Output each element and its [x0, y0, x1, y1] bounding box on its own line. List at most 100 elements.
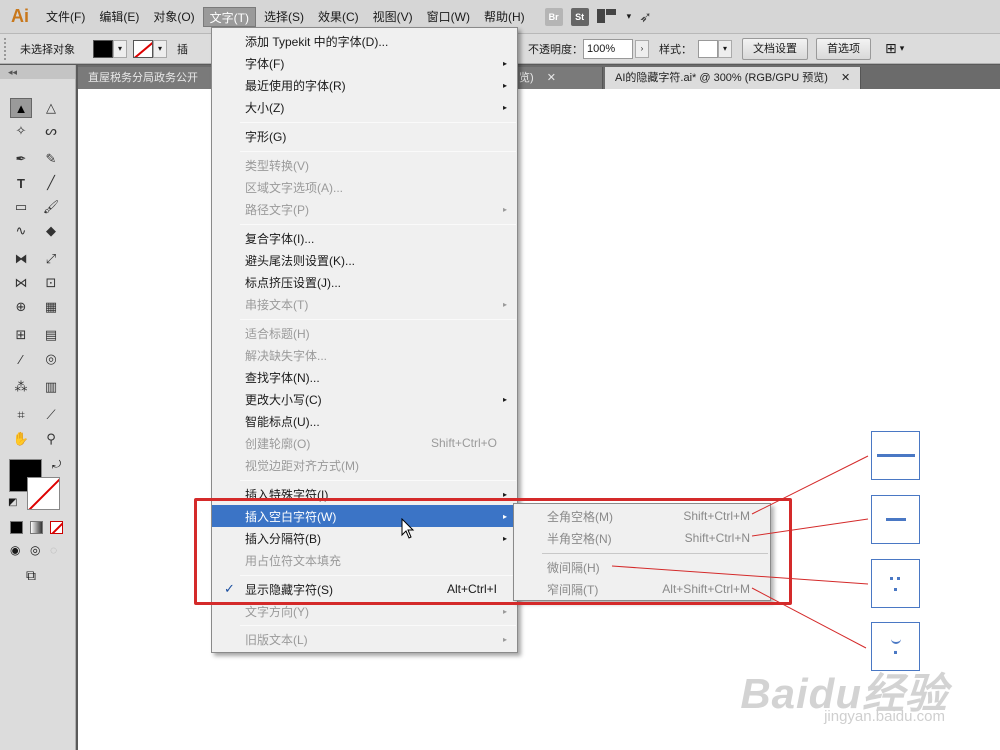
menu-create-outlines[interactable]: 创建轮廓(O) Shift+Ctrl+O — [212, 432, 517, 454]
reflect-tool-icon[interactable]: ⧓ — [10, 249, 32, 269]
arrange-icon[interactable]: ⊞ — [885, 40, 897, 57]
lasso-tool-icon[interactable]: ᔕ — [40, 121, 62, 141]
symbol-sprayer-tool-icon[interactable]: ⁂ — [10, 377, 32, 397]
close-icon[interactable]: ✕ — [547, 72, 556, 84]
document-settings-button[interactable]: 文档设置 — [742, 37, 808, 60]
screen-mode-icon[interactable]: ⧉ — [26, 567, 36, 584]
menu-font[interactable]: 字体(F) ▸ — [212, 52, 517, 74]
none-mode-button[interactable] — [50, 521, 63, 534]
tab-title: 览) — [519, 72, 534, 84]
stock-icon[interactable]: St — [570, 7, 589, 26]
style-swatch[interactable] — [698, 39, 718, 58]
slice-tool-icon[interactable]: ⟋ — [40, 405, 62, 425]
menu-divider — [240, 224, 516, 225]
perspective-grid-tool-icon[interactable]: ▦ — [40, 297, 62, 317]
direct-selection-tool-icon[interactable]: △ — [40, 98, 62, 118]
menu-smart-punctuation[interactable]: 智能标点(U)... — [212, 410, 517, 432]
menu-view[interactable]: 视图(V) — [367, 7, 419, 27]
menu-area-type-options[interactable]: 区域文字选项(A)... — [212, 176, 517, 198]
menu-find-font[interactable]: 查找字体(N)... — [212, 366, 517, 388]
width-tool-icon[interactable]: ⋈ — [10, 273, 32, 293]
gradient-mode-button[interactable] — [30, 521, 43, 534]
style-dropdown[interactable]: ▾ — [718, 39, 732, 58]
menu-composite-fonts[interactable]: 复合字体(I)... — [212, 227, 517, 249]
scale-tool-icon[interactable]: ⤢ — [40, 249, 62, 269]
menu-select[interactable]: 选择(S) — [258, 7, 310, 27]
menu-mojikumi-settings[interactable]: 标点挤压设置(J)... — [212, 271, 517, 293]
opacity-slider-button[interactable]: › — [635, 39, 649, 58]
color-mode-button[interactable] — [10, 521, 23, 534]
menu-fit-headline[interactable]: 适合标题(H) — [212, 322, 517, 344]
type-tool-icon[interactable]: T — [10, 173, 32, 193]
draw-behind-icon[interactable]: ◎ — [30, 543, 40, 557]
draw-inside-icon[interactable]: ◌ — [50, 543, 57, 557]
menu-file[interactable]: 文件(F) — [40, 7, 91, 27]
annotation-highlight-box — [194, 498, 792, 605]
menu-add-typekit-fonts[interactable]: 添加 Typekit 中的字体(D)... — [212, 30, 517, 52]
sync-rocket-icon[interactable]: ➶ — [639, 8, 652, 26]
toolbox-collapse[interactable]: ◂◂ — [0, 65, 75, 79]
mesh-tool-icon[interactable]: ⊞ — [10, 325, 32, 345]
stroke-dropdown[interactable]: ▾ — [153, 39, 167, 58]
default-colors-icon[interactable]: ◩ — [8, 497, 17, 508]
preferences-button[interactable]: 首选项 — [816, 37, 871, 60]
menu-convert-type[interactable]: 类型转换(V) — [212, 154, 517, 176]
menu-type-on-path[interactable]: 路径文字(P) ▸ — [212, 198, 517, 220]
line-tool-icon[interactable]: ╱ — [40, 173, 62, 193]
menu-edit[interactable]: 编辑(E) — [93, 7, 145, 27]
tab-document-active[interactable]: AI的隐藏字符.ai* @ 300% (RGB/GPU 预览) ✕ — [605, 67, 862, 89]
menu-recent-fonts[interactable]: 最近使用的字体(R) ▸ — [212, 74, 517, 96]
shape-builder-tool-icon[interactable]: ⊕ — [10, 297, 32, 317]
menu-glyphs[interactable]: 字形(G) — [212, 125, 517, 147]
zoom-tool-icon[interactable]: ⚲ — [40, 429, 62, 449]
menu-legacy-text[interactable]: 旧版文本(L) ▸ — [212, 628, 517, 650]
eraser-tool-icon[interactable]: ◆ — [40, 221, 62, 241]
tab-document-1[interactable]: 直屋税务分局政务公开 — [78, 67, 213, 89]
swap-fill-stroke-icon[interactable]: ⤾ — [52, 459, 61, 472]
menu-kinsoku-settings[interactable]: 避头尾法则设置(K)... — [212, 249, 517, 271]
close-icon[interactable]: ✕ — [841, 72, 850, 84]
chevron-down-icon[interactable]: ▾ — [900, 43, 905, 54]
menu-optical-margin-alignment[interactable]: 视觉边距对齐方式(M) — [212, 454, 517, 476]
submenu-arrow-icon: ▸ — [502, 58, 507, 68]
shaper-tool-icon[interactable]: ∿ — [10, 221, 32, 241]
baidu-watermark-url: jingyan.baidu.com — [824, 708, 945, 725]
stroke-color-box[interactable] — [27, 477, 60, 510]
menu-divider — [240, 319, 516, 320]
draw-normal-icon[interactable]: ◉ — [10, 543, 20, 557]
chevron-down-icon[interactable]: ▾ — [627, 11, 632, 22]
workspace-layout-icon[interactable] — [596, 8, 619, 25]
menu-window[interactable]: 窗口(W) — [421, 7, 476, 27]
eyedropper-tool-icon[interactable]: ⁄ — [10, 349, 32, 369]
hand-tool-icon[interactable]: ✋ — [10, 429, 32, 449]
menu-type[interactable]: 文字(T) — [202, 6, 256, 27]
graph-tool-icon[interactable]: ▥ — [40, 377, 62, 397]
rectangle-tool-icon[interactable]: ▭ — [10, 197, 32, 217]
panel-grip[interactable] — [4, 37, 10, 60]
paintbrush-tool-icon[interactable]: 🖌 — [40, 197, 62, 217]
menu-effect[interactable]: 效果(C) — [312, 7, 365, 27]
pen-tool-icon[interactable]: ✒ — [10, 149, 32, 169]
menu-threaded-text[interactable]: 串接文本(T) ▸ — [212, 293, 517, 315]
selection-tool-icon[interactable]: ▲ — [10, 98, 32, 118]
style-label: 样式： — [659, 43, 692, 56]
tab-document-2[interactable]: 览) ✕ — [515, 67, 603, 89]
menu-divider — [240, 625, 516, 626]
artboard-tool-icon[interactable]: ⌗ — [10, 405, 32, 425]
stroke-swatch[interactable] — [133, 39, 153, 58]
opacity-input[interactable]: 100% — [583, 38, 633, 59]
menu-object[interactable]: 对象(O) — [147, 7, 200, 27]
free-transform-tool-icon[interactable]: ⊡ — [40, 273, 62, 293]
bridge-icon[interactable]: Br — [544, 7, 563, 26]
fill-swatch[interactable] — [93, 39, 113, 58]
menu-help[interactable]: 帮助(H) — [478, 7, 531, 27]
submenu-arrow-icon: ▸ — [502, 606, 507, 616]
menu-change-case[interactable]: 更改大小写(C) ▸ — [212, 388, 517, 410]
magic-wand-tool-icon[interactable]: ✧ — [10, 121, 32, 141]
menu-resolve-missing-fonts[interactable]: 解决缺失字体... — [212, 344, 517, 366]
curvature-tool-icon[interactable]: ✎ — [40, 149, 62, 169]
blend-tool-icon[interactable]: ◎ — [40, 349, 62, 369]
gradient-tool-icon[interactable]: ▤ — [40, 325, 62, 345]
menu-size[interactable]: 大小(Z) ▸ — [212, 96, 517, 118]
fill-dropdown[interactable]: ▾ — [113, 39, 127, 58]
